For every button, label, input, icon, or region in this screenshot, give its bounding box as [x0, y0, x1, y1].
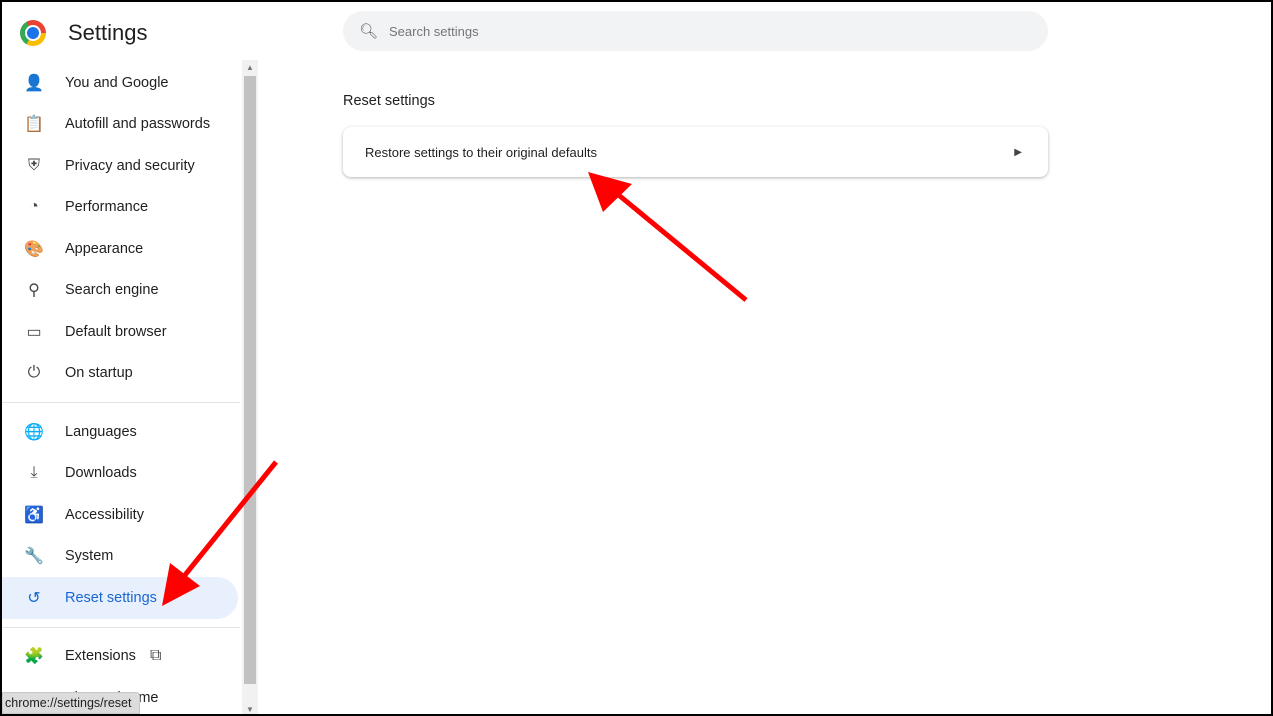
- annotation-arrows: [162, 172, 748, 606]
- annotation-arrow-main: [588, 172, 748, 302]
- annotation-arrow-sidebar: [162, 460, 278, 606]
